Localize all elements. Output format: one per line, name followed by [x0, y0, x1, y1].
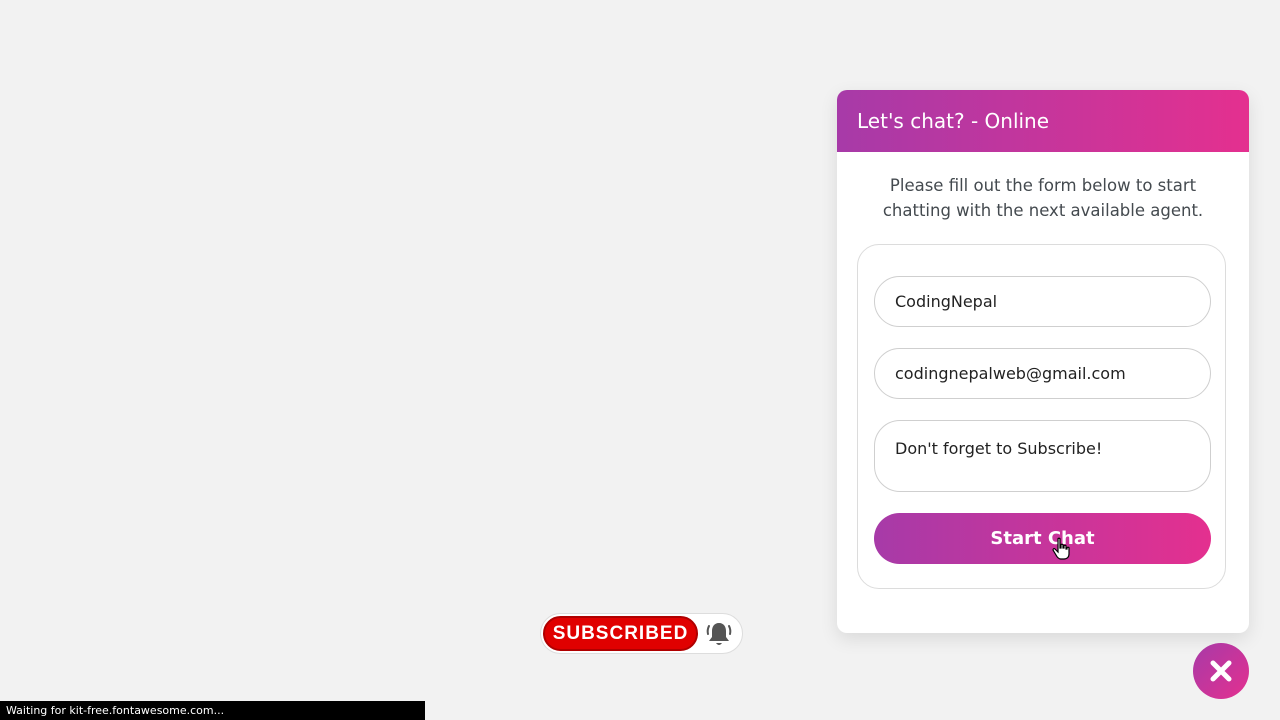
hand-cursor-icon — [1052, 537, 1070, 560]
start-chat-button[interactable]: Start Chat — [874, 513, 1211, 564]
subscribed-button[interactable]: SUBSCRIBED — [543, 616, 698, 651]
chat-header: Let's chat? - Online — [837, 90, 1249, 152]
close-chat-button[interactable] — [1193, 643, 1249, 699]
subscribe-overlay: SUBSCRIBED — [540, 613, 743, 654]
name-input[interactable] — [874, 276, 1211, 327]
chat-form: Don't forget to Subscribe! Start Chat — [857, 244, 1226, 589]
bell-icon[interactable] — [704, 620, 734, 648]
chat-description: Please fill out the form below to start … — [882, 176, 1204, 220]
page: Let's chat? - Online Please fill out the… — [0, 0, 1280, 720]
browser-status-bar: Waiting for kit-free.fontawesome.com... — [0, 701, 425, 720]
chat-panel: Let's chat? - Online Please fill out the… — [837, 90, 1249, 633]
subscribed-label: SUBSCRIBED — [552, 622, 689, 644]
email-input[interactable] — [874, 348, 1211, 399]
message-textarea[interactable]: Don't forget to Subscribe! — [874, 420, 1211, 492]
status-text: Waiting for kit-free.fontawesome.com... — [6, 704, 225, 717]
chat-header-title: Let's chat? - Online — [857, 109, 1050, 133]
close-icon — [1210, 660, 1232, 682]
